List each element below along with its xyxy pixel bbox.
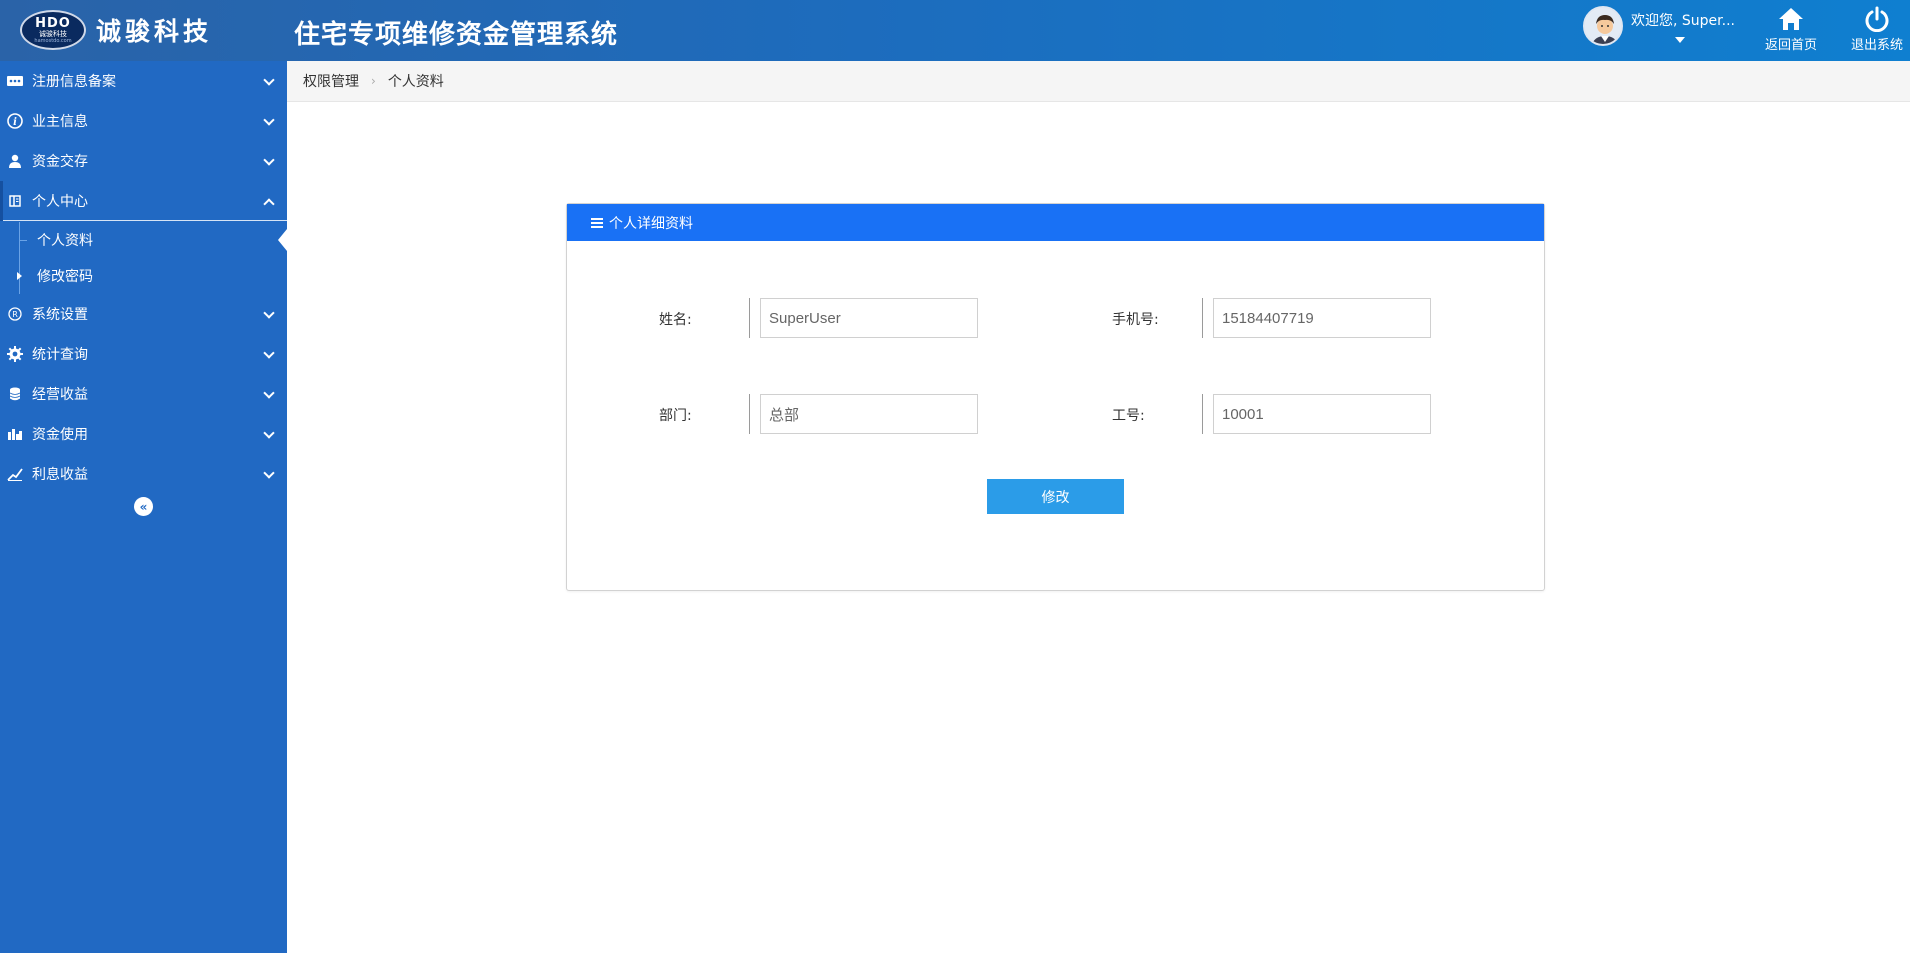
chevron-down-icon [263,347,275,359]
field-divider [1202,394,1203,434]
breadcrumb: 权限管理 › 个人资料 [287,61,1910,102]
sidebar-item-statistics[interactable]: 统计查询 [0,334,287,374]
registered-icon: R [7,306,23,322]
home-icon [1779,8,1803,30]
logout-button[interactable]: 退出系统 [1851,6,1903,53]
chevron-up-icon [263,198,275,210]
sidebar-item-registration[interactable]: 注册信息备案 [0,61,287,101]
logo-mark: HDO [35,15,71,31]
sidebar-item-label: 业主信息 [32,114,88,130]
home-label: 返回首页 [1765,38,1818,53]
sidebar-item-fund-usage[interactable]: 资金使用 [0,414,287,454]
name-label: 姓名: [659,312,692,328]
field-divider [1202,298,1203,338]
book-icon [7,193,23,209]
user-menu[interactable]: 欢迎您, Super... [1583,6,1735,46]
breadcrumb-separator-icon: › [371,74,376,88]
field-divider [749,394,750,434]
home-button[interactable]: 返回首页 [1765,6,1817,53]
trend-icon [7,466,23,482]
dots-icon [7,73,23,89]
chevron-down-icon [263,387,275,399]
svg-text:i: i [13,117,17,128]
sidebar-subitem-profile[interactable]: 个人资料 [0,222,287,258]
info-icon: i [7,113,23,129]
phone-field[interactable] [1213,298,1431,338]
sidebar-item-label: 利息收益 [32,467,88,483]
sidebar-collapse-button[interactable]: « [134,497,153,516]
name-field[interactable] [760,298,978,338]
chevron-down-icon [263,74,275,86]
breadcrumb-item-permissions[interactable]: 权限管理 [303,71,359,91]
logo-name: 诚骏科技 [96,17,213,46]
department-label: 部门: [659,408,692,424]
department-field[interactable] [760,394,978,434]
avatar[interactable] [1583,6,1623,46]
sidebar: 注册信息备案 i 业主信息 资金交存 个人中心 个人资料 修改密码 R 系统设置… [0,61,287,953]
database-icon [7,386,23,402]
chevron-down-icon [263,307,275,319]
svg-text:R: R [12,310,18,319]
phone-label: 手机号: [1112,312,1159,328]
sidebar-item-fund-deposit[interactable]: 资金交存 [0,141,287,181]
logout-label: 退出系统 [1851,38,1904,53]
sidebar-item-label: 个人中心 [32,193,88,210]
active-indicator [278,229,287,251]
employee-number-label: 工号: [1112,408,1145,424]
logo: HDO 诚骏科技 hamostdo.com 诚骏科技 [20,10,212,50]
sidebar-item-label: 经营收益 [32,387,88,403]
logo-mark-cn: 诚骏科技 [39,29,67,38]
sidebar-item-owner-info[interactable]: i 业主信息 [0,101,287,141]
sidebar-item-interest-income[interactable]: 利息收益 [0,454,287,494]
user-avatar-icon [1585,8,1621,44]
sidebar-item-personal-center[interactable]: 个人中心 [0,181,287,221]
top-header: HDO 诚骏科技 hamostdo.com 诚骏科技 住宅专项维修资金管理系统 … [0,0,1910,61]
chevron-down-icon [263,427,275,439]
sidebar-item-label: 系统设置 [32,307,88,323]
employee-number-field[interactable] [1213,394,1431,434]
modify-button[interactable]: 修改 [987,479,1124,514]
caret-right-icon [17,272,22,280]
user-icon [7,153,23,169]
sidebar-subitem-label: 个人资料 [37,233,93,249]
menu-icon [591,217,603,228]
logo-url: hamostdo.com [34,37,72,44]
power-icon [1865,6,1889,32]
sidebar-subitem-change-password[interactable]: 修改密码 [0,258,287,294]
card-header: 个人详细资料 [567,204,1544,241]
sidebar-item-label: 资金交存 [32,154,88,170]
field-divider [749,298,750,338]
tree-branch [19,240,27,241]
profile-card: 个人详细资料 姓名: 手机号: 部门: 工号: 修改 [566,203,1545,591]
breadcrumb-item-current: 个人资料 [387,74,444,90]
bar-chart-icon [7,426,23,442]
sidebar-item-system-settings[interactable]: R 系统设置 [0,294,287,334]
sidebar-item-label: 注册信息备案 [32,74,116,90]
app-title: 住宅专项维修资金管理系统 [294,20,619,50]
gear-icon [7,346,23,362]
sidebar-item-operating-income[interactable]: 经营收益 [0,374,287,414]
logo-badge: HDO 诚骏科技 hamostdo.com [20,10,86,50]
double-chevron-left-icon: « [139,499,148,514]
card-title: 个人详细资料 [609,215,693,232]
sidebar-subitem-label: 修改密码 [37,269,93,285]
chevron-down-icon [263,114,275,126]
sidebar-item-label: 资金使用 [32,427,88,443]
chevron-down-icon [263,154,275,166]
welcome-text: 欢迎您, Super... [1631,13,1735,29]
sidebar-item-label: 统计查询 [32,347,88,363]
caret-down-icon[interactable] [1675,37,1685,43]
chevron-down-icon [263,467,275,479]
